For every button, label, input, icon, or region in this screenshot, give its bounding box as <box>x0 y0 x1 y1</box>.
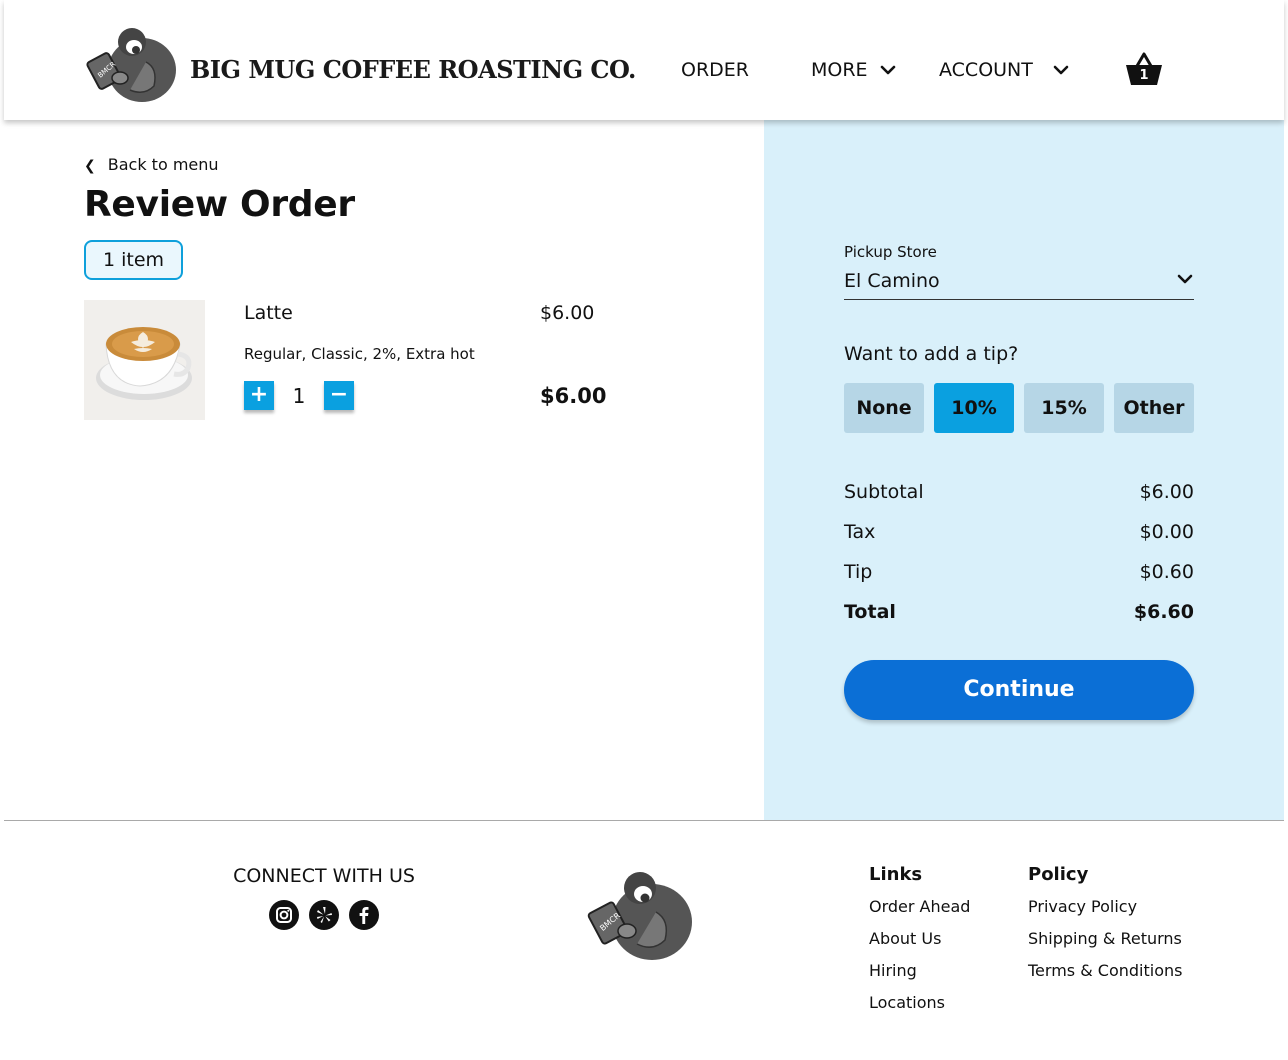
gorilla-mug-logo-icon[interactable]: BMCR <box>84 22 180 106</box>
item-options: Regular, Classic, 2%, Extra hot <box>244 345 475 363</box>
footer-link-shipping-returns[interactable]: Shipping & Returns <box>1028 929 1182 948</box>
facebook-icon[interactable] <box>349 900 379 930</box>
footer-link-privacy-policy[interactable]: Privacy Policy <box>1028 897 1137 916</box>
tip-label: Tip <box>844 561 873 583</box>
footer-divider <box>4 820 1284 821</box>
nav-account[interactable]: ACCOUNT <box>939 57 1033 83</box>
tax-value: $0.00 <box>1139 521 1194 543</box>
footer-policy-heading: Policy <box>1028 864 1089 885</box>
footer-link-terms-conditions[interactable]: Terms & Conditions <box>1028 961 1182 980</box>
pickup-store-value: El Camino <box>844 270 940 292</box>
back-to-menu-label: Back to menu <box>107 155 219 174</box>
footer-link-hiring[interactable]: Hiring <box>869 961 917 980</box>
cart-count-badge: 1 <box>1139 68 1149 83</box>
chevron-left-icon: ❮ <box>84 158 96 174</box>
item-line-total: $6.00 <box>540 384 607 408</box>
tip-other-button[interactable]: Other <box>1114 383 1194 433</box>
total-row: Total $6.60 <box>844 601 1194 629</box>
page-title: Review Order <box>84 184 355 225</box>
tip-10-percent-button[interactable]: 10% <box>934 383 1014 433</box>
nav-order[interactable]: ORDER <box>681 57 749 83</box>
item-unit-price: $6.00 <box>540 302 595 324</box>
cart-button[interactable]: 1 <box>1124 50 1164 88</box>
brand-name[interactable]: BIG MUG COFFEE ROASTING CO. <box>190 53 636 87</box>
subtotal-row: Subtotal $6.00 <box>844 481 1194 509</box>
gorilla-mug-logo-icon: BMCR <box>587 872 692 960</box>
footer-link-order-ahead[interactable]: Order Ahead <box>869 897 970 916</box>
quantity-increase-button[interactable]: + <box>244 381 274 410</box>
total-value: $6.60 <box>1133 601 1194 623</box>
subtotal-label: Subtotal <box>844 481 924 503</box>
tip-value: $0.60 <box>1139 561 1194 583</box>
pickup-store-label: Pickup Store <box>844 243 937 261</box>
tax-label: Tax <box>844 521 876 543</box>
chevron-down-icon[interactable] <box>879 62 897 78</box>
quantity-decrease-button[interactable]: − <box>324 381 354 410</box>
footer-link-locations[interactable]: Locations <box>869 993 945 1012</box>
item-name: Latte <box>244 302 293 324</box>
chevron-down-icon <box>1177 274 1193 284</box>
chevron-down-icon[interactable] <box>1052 62 1070 78</box>
continue-button[interactable]: Continue <box>844 660 1194 720</box>
tip-none-button[interactable]: None <box>844 383 924 433</box>
footer-links-heading: Links <box>869 864 923 885</box>
total-label: Total <box>844 601 896 623</box>
tip-row: Tip $0.60 <box>844 561 1194 589</box>
connect-with-us-heading: CONNECT WITH US <box>233 865 415 887</box>
instagram-icon[interactable] <box>269 900 299 930</box>
quantity-value: 1 <box>292 384 306 408</box>
back-to-menu-link[interactable]: ❮ Back to menu <box>84 154 219 176</box>
footer-link-about-us[interactable]: About Us <box>869 929 941 948</box>
subtotal-value: $6.00 <box>1139 481 1194 503</box>
pickup-store-select[interactable]: El Camino <box>844 266 1194 300</box>
item-count-badge: 1 item <box>84 240 183 280</box>
yelp-icon[interactable] <box>309 900 339 930</box>
latte-cup-image <box>84 300 205 420</box>
tax-row: Tax $0.00 <box>844 521 1194 549</box>
nav-more[interactable]: MORE <box>811 57 868 83</box>
tip-question: Want to add a tip? <box>844 343 1019 365</box>
tip-15-percent-button[interactable]: 15% <box>1024 383 1104 433</box>
